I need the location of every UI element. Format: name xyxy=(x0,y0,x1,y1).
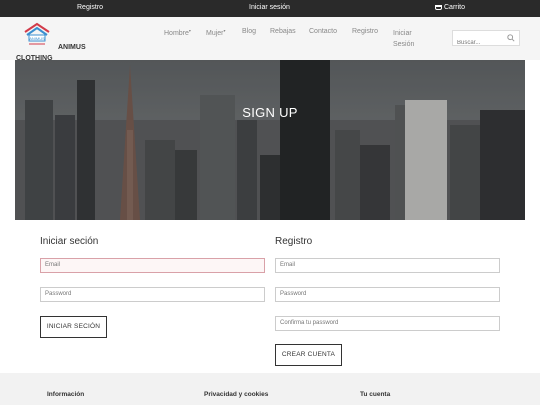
logo-mark-text: ANIMUS xyxy=(29,36,45,41)
nav-iniciar-line1: Iniciar xyxy=(393,30,412,37)
logo-text: ANIMUS xyxy=(58,44,86,51)
footer-account-heading: Tu cuenta xyxy=(360,391,391,398)
nav-blog[interactable]: Blog xyxy=(242,28,256,35)
register-confirm-password-field[interactable]: Confirma tu password xyxy=(275,316,500,331)
login-password-field[interactable]: Password xyxy=(40,287,265,302)
cart-link[interactable]: Carrito xyxy=(435,4,465,11)
search-icon[interactable] xyxy=(507,34,515,42)
animus-logo[interactable]: ANIMUS xyxy=(20,20,54,50)
nav-rebajas[interactable]: Rebajas xyxy=(270,28,296,35)
cart-icon xyxy=(435,5,442,10)
caret-down-icon: ▾ xyxy=(188,28,191,33)
footer-privacy-heading: Privacidad y cookies xyxy=(204,391,269,398)
nav-hombre[interactable]: Hombre▾ xyxy=(164,28,191,37)
create-account-button[interactable]: CREAR CUENTA xyxy=(275,344,342,366)
login-button[interactable]: INICIAR SECIÓN xyxy=(40,316,107,338)
register-email-field[interactable]: Email xyxy=(275,258,500,273)
nav-mujer[interactable]: Mujer▾ xyxy=(206,28,226,37)
nav-hombre-label: Hombre xyxy=(164,30,189,37)
city-skyline-image xyxy=(15,60,525,220)
nav-mujer-label: Mujer xyxy=(206,30,224,37)
nav-registro[interactable]: Registro xyxy=(352,28,378,35)
top-bar: Registro Iniciar sesión Carrito xyxy=(0,0,540,17)
nav-iniciar-sesion[interactable]: Iniciar Sesión xyxy=(393,28,414,50)
site-header: ANIMUS ANIMUS CLOTHING Hombre▾ Mujer▾ Bl… xyxy=(0,17,540,62)
login-email-field[interactable]: Email xyxy=(40,258,265,273)
nav-contacto[interactable]: Contacto xyxy=(309,28,337,35)
login-title: Iniciar seción xyxy=(40,236,99,247)
hero-banner: SIGN UP xyxy=(15,60,525,220)
search-box xyxy=(452,30,520,50)
top-login-link[interactable]: Iniciar sesión xyxy=(249,4,290,11)
register-title: Registro xyxy=(275,236,313,247)
caret-down-icon: ▾ xyxy=(223,28,226,33)
cart-label: Carrito xyxy=(444,4,466,11)
site-footer: Información Privacidad y cookies Tu cuen… xyxy=(0,373,540,405)
top-registro-link[interactable]: Registro xyxy=(77,4,103,11)
hero-title: SIGN UP xyxy=(242,105,298,120)
footer-info-heading: Información xyxy=(47,391,85,398)
search-input[interactable] xyxy=(453,36,503,50)
register-password-field[interactable]: Password xyxy=(275,287,500,302)
nav-iniciar-line2: Sesión xyxy=(393,41,415,48)
